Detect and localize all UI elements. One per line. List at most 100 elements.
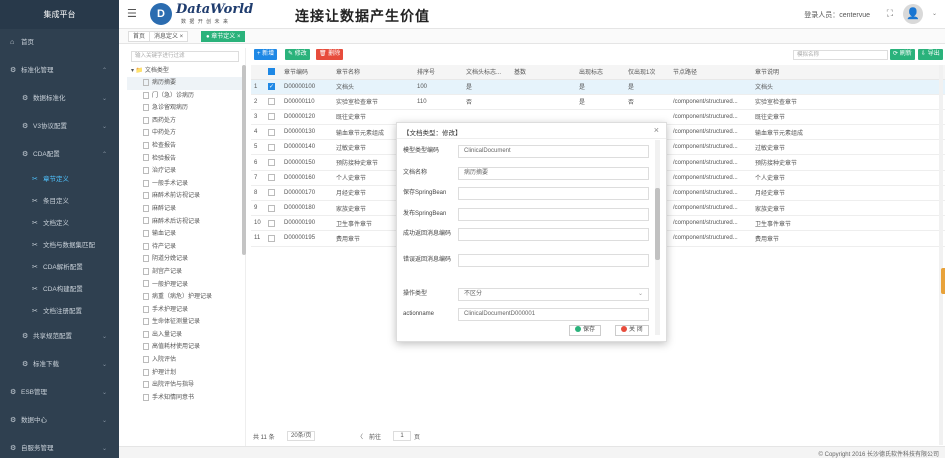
grid-search-input[interactable]: 模拟名称 bbox=[793, 50, 888, 60]
row-checkbox[interactable] bbox=[268, 143, 275, 151]
sidebar-item-8[interactable]: ✂ 文档与数据集匹配 bbox=[0, 235, 119, 257]
column-header[interactable]: 节点路径 bbox=[670, 65, 752, 80]
row-checkbox[interactable] bbox=[268, 189, 275, 197]
column-header[interactable]: 排序号 bbox=[414, 65, 463, 80]
tree-node[interactable]: 门（急）诊病历 bbox=[127, 90, 243, 103]
tree-node[interactable]: 出院评估与指导 bbox=[127, 379, 243, 392]
tree-node[interactable]: 检验报告 bbox=[127, 153, 243, 166]
column-header[interactable]: 基数 bbox=[511, 65, 576, 80]
row-checkbox[interactable] bbox=[268, 128, 275, 136]
sidebar-item-14[interactable]: ⚙ ESB管理 ⌄ bbox=[0, 379, 119, 407]
sidebar-item-7[interactable]: ✂ 文档定义 bbox=[0, 213, 119, 235]
text-field[interactable]: ClinicalDocument bbox=[458, 145, 649, 158]
column-header[interactable]: 文档头标志... bbox=[463, 65, 511, 80]
sidebar-item-9[interactable]: ✂ CDA解析配置 bbox=[0, 257, 119, 279]
text-field[interactable]: 病历摘要 bbox=[458, 167, 649, 180]
tab-home[interactable]: 首页 bbox=[128, 31, 151, 42]
text-field[interactable] bbox=[458, 208, 649, 221]
sidebar-item-12[interactable]: ⚙ 共享规范配置 ⌄ bbox=[0, 323, 119, 351]
fullscreen-icon[interactable]: ⛶ bbox=[887, 8, 893, 19]
row-checkbox[interactable] bbox=[268, 158, 275, 166]
main-scrollbar[interactable] bbox=[939, 65, 943, 445]
text-field[interactable] bbox=[458, 254, 649, 267]
sidebar-item-16[interactable]: ⚙ 自服务管理 ⌄ bbox=[0, 435, 119, 463]
text-field[interactable] bbox=[458, 187, 649, 200]
tree-node[interactable]: 高值耗材使用记录 bbox=[127, 341, 243, 354]
column-header[interactable]: 章节名称 bbox=[333, 65, 414, 80]
close-icon[interactable]: × bbox=[654, 125, 659, 135]
sidebar-item-11[interactable]: ✂ 文档注册配置 bbox=[0, 301, 119, 323]
column-header[interactable]: 仅出现1次 bbox=[625, 65, 670, 80]
tree-scrollbar[interactable] bbox=[242, 65, 246, 255]
tree-node[interactable]: 治疗记录 bbox=[127, 165, 243, 178]
avatar[interactable]: 👤 bbox=[903, 4, 923, 24]
tree-root-node[interactable]: ▾ 📁 文档类型 bbox=[127, 65, 243, 77]
save-button[interactable]: 保存 bbox=[569, 325, 602, 336]
text-field[interactable] bbox=[458, 228, 649, 241]
row-checkbox[interactable]: ✓ bbox=[268, 83, 275, 91]
row-checkbox[interactable] bbox=[268, 113, 275, 121]
select-all-checkbox[interactable] bbox=[268, 68, 275, 76]
column-header[interactable] bbox=[265, 65, 281, 80]
operation-type-select[interactable]: 不区分 ⌄ bbox=[458, 288, 649, 301]
tree-node[interactable]: 手术护理记录 bbox=[127, 304, 243, 317]
column-header[interactable] bbox=[251, 65, 265, 80]
sidebar-item-1[interactable]: ⚙ 标准化管理 ⌃ bbox=[0, 57, 119, 85]
tree-node[interactable]: 麻醉术前访视记录 bbox=[127, 190, 243, 203]
sidebar-item-4[interactable]: ⚙ CDA配置 ⌃ bbox=[0, 141, 119, 169]
tree-node[interactable]: 检查报告 bbox=[127, 140, 243, 153]
tree-node[interactable]: 阴道分娩记录 bbox=[127, 253, 243, 266]
row-checkbox[interactable] bbox=[268, 98, 275, 106]
export-button[interactable]: ⇩ 导出 bbox=[918, 49, 943, 60]
sidebar-item-3[interactable]: ⚙ V3协议配置 ⌄ bbox=[0, 113, 119, 141]
sidebar-item-13[interactable]: ⚙ 标准下载 ⌄ bbox=[0, 351, 119, 379]
column-header[interactable]: 章节说明 bbox=[752, 65, 945, 80]
table-row[interactable]: 1 ✓ D00000100 文档头 100 是是是文档头 bbox=[251, 79, 945, 95]
tree-node[interactable]: 入院评估 bbox=[127, 354, 243, 367]
sidebar-item-0[interactable]: ⌂ 首页 bbox=[0, 29, 119, 57]
sidebar-item-6[interactable]: ✂ 条目定义 bbox=[0, 191, 119, 213]
tree-node[interactable]: 麻醉记录 bbox=[127, 203, 243, 216]
row-checkbox[interactable] bbox=[268, 204, 275, 212]
tree-node[interactable]: 麻醉术后访视记录 bbox=[127, 216, 243, 229]
add-button[interactable]: + 新增 bbox=[254, 49, 278, 60]
tree-node[interactable]: 出入量记录 bbox=[127, 329, 243, 342]
sidebar-item-10[interactable]: ✂ CDA构建配置 bbox=[0, 279, 119, 301]
sidebar-item-5[interactable]: ✂ 章节定义 bbox=[0, 169, 119, 191]
delete-button[interactable]: 🗑 删除 bbox=[316, 49, 344, 60]
dialog-scrollbar[interactable] bbox=[655, 140, 660, 335]
row-checkbox[interactable] bbox=[268, 234, 275, 242]
sidebar-item-15[interactable]: ⚙ 数据中心 ⌄ bbox=[0, 407, 119, 435]
sidebar-item-2[interactable]: ⚙ 数据标准化 ⌄ bbox=[0, 85, 119, 113]
tree-node[interactable]: 手术知情同意书 bbox=[127, 392, 243, 405]
edit-button[interactable]: ✎ 修改 bbox=[285, 49, 310, 60]
tree-node[interactable]: 剖宫产记录 bbox=[127, 266, 243, 279]
tree-node[interactable]: 中药处方 bbox=[127, 127, 243, 140]
column-header[interactable]: 章节编码 bbox=[281, 65, 333, 80]
tree-node[interactable]: 西药处方 bbox=[127, 115, 243, 128]
tree-node[interactable]: 病历摘要 bbox=[127, 77, 243, 90]
menu-toggle-icon[interactable]: ☰ bbox=[127, 7, 137, 20]
table-row[interactable]: 2 D00000110 实验室检查章节 110 否是否/component/struct… bbox=[251, 94, 945, 110]
tree-search-input[interactable]: 输入关键字进行过滤 bbox=[131, 51, 239, 62]
tab-section-definition[interactable]: ● 章节定义 × bbox=[201, 31, 246, 42]
tab-message-definition[interactable]: 消息定义 × bbox=[149, 31, 189, 42]
text-field[interactable]: ClinicalDocumentD000001 bbox=[458, 308, 649, 321]
tree-node[interactable]: 一般手术记录 bbox=[127, 178, 243, 191]
tree-node[interactable]: 生命体征测量记录 bbox=[127, 316, 243, 329]
page-size-select[interactable]: 20条/页 bbox=[287, 431, 316, 441]
column-header[interactable]: 出现标志 bbox=[576, 65, 625, 80]
prev-page-icon[interactable]: 〈 bbox=[357, 432, 363, 441]
page-input[interactable]: 1 bbox=[393, 431, 411, 441]
row-checkbox[interactable] bbox=[268, 174, 275, 182]
tree-node[interactable]: 待产记录 bbox=[127, 241, 243, 254]
tree-node[interactable]: 一般护理记录 bbox=[127, 279, 243, 292]
tree-node[interactable]: 病重（病危）护理记录 bbox=[127, 291, 243, 304]
close-button[interactable]: 关 闭 bbox=[615, 325, 649, 336]
chevron-down-icon[interactable]: ⌄ bbox=[932, 10, 937, 17]
tree-node[interactable]: 输血记录 bbox=[127, 228, 243, 241]
tree-node[interactable]: 护理计划 bbox=[127, 367, 243, 380]
tree-node[interactable]: 急诊留观病历 bbox=[127, 102, 243, 115]
side-drawer-handle[interactable] bbox=[941, 268, 945, 294]
refresh-button[interactable]: ⟳ 刷新 bbox=[890, 49, 915, 60]
